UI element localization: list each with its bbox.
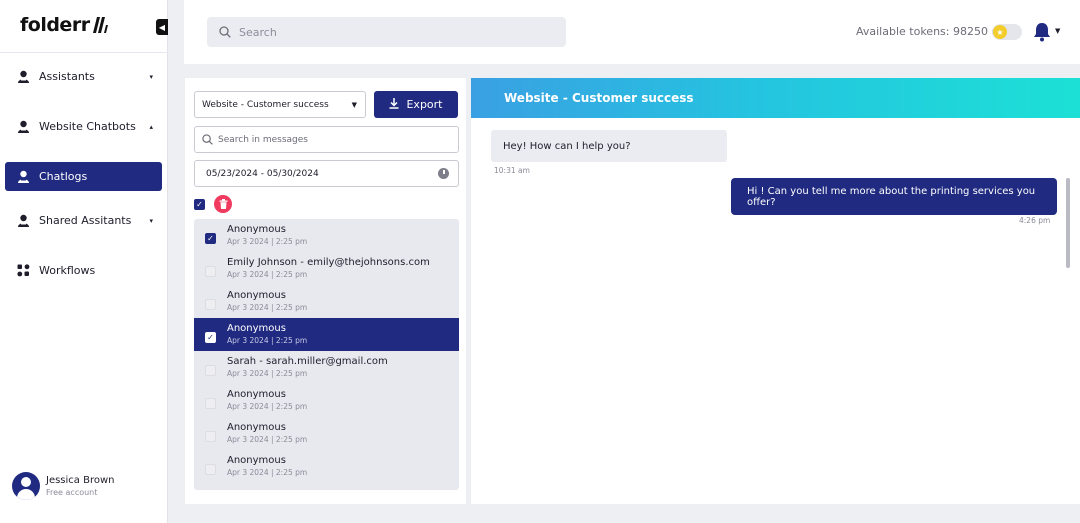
tokens-label: Available tokens: 98250 xyxy=(856,25,988,38)
user-plan: Free account xyxy=(46,488,98,497)
list-item[interactable]: Sarah - sarah.miller@gmail.com Apr 3 2024… xyxy=(194,351,459,384)
list-item[interactable]: Emily Johnson - emily@thejohnsons.com Apr… xyxy=(194,252,459,285)
tokens-indicator: Available tokens: 98250 ? xyxy=(856,25,1004,38)
export-label: Export xyxy=(406,98,443,111)
notification-bell-icon[interactable] xyxy=(1033,22,1051,46)
row-checkbox[interactable] xyxy=(205,398,216,409)
logo-mark-icon xyxy=(92,16,108,34)
user-name: Jessica Brown xyxy=(46,475,115,486)
message-time: 10:31 am xyxy=(494,166,530,175)
list-item[interactable]: Anonymous Apr 3 2024 | 2:25 pm xyxy=(194,450,459,483)
assistant-icon xyxy=(16,170,30,184)
conversation-time: Apr 3 2024 | 2:25 pm xyxy=(227,303,308,312)
token-toggle[interactable]: ★ xyxy=(992,24,1022,40)
clock-icon xyxy=(438,168,449,179)
sidebar-item-label: Chatlogs xyxy=(39,170,88,183)
logo-text: folderr xyxy=(20,14,90,36)
row-checkbox[interactable] xyxy=(205,431,216,442)
top-header: Search Available tokens: 98250 ? ★ ▼ xyxy=(184,0,1080,64)
list-item[interactable]: Anonymous Apr 3 2024 | 2:25 pm xyxy=(194,384,459,417)
chatlog-list-panel: Website - Customer success ▼ Export Sear… xyxy=(185,78,466,504)
message-time: 4:26 pm xyxy=(1019,216,1051,225)
row-checkbox[interactable] xyxy=(205,266,216,277)
message-search-placeholder: Search in messages xyxy=(218,134,308,145)
search-placeholder: Search xyxy=(239,25,277,39)
conversation-time: Apr 3 2024 | 2:25 pm xyxy=(227,237,308,246)
conversation-time: Apr 3 2024 | 2:25 pm xyxy=(227,468,308,477)
scrollbar[interactable] xyxy=(1066,178,1070,268)
sidebar-item-label: Website Chatbots xyxy=(39,120,136,133)
assistant-icon xyxy=(16,214,30,228)
conversation-name: Anonymous xyxy=(227,290,286,301)
collapse-sidebar-button[interactable]: ◀ xyxy=(156,19,168,35)
conversation-name: Anonymous xyxy=(227,323,286,334)
message-search-input[interactable]: Search in messages xyxy=(194,126,459,153)
sidebar-item-label: Shared Assitants xyxy=(39,214,132,227)
chevron-down-icon[interactable]: ▼ xyxy=(1055,27,1060,35)
sidebar-item-assistants[interactable]: Assistants ▾ xyxy=(5,62,162,91)
search-icon xyxy=(219,23,231,42)
sidebar-item-label: Workflows xyxy=(39,264,96,277)
date-range-value: 05/23/2024 - 05/30/2024 xyxy=(206,168,319,179)
trash-icon[interactable] xyxy=(214,195,232,213)
row-checkbox[interactable]: ✓ xyxy=(205,233,216,244)
select-all-checkbox[interactable]: ✓ xyxy=(194,199,205,210)
conversation-panel: Website - Customer success Hey! How can … xyxy=(471,78,1080,504)
conversation-name: Emily Johnson - emily@thejohnsons.com xyxy=(227,257,430,268)
sidebar: folderr ◀ Assistants ▾ Website Chatbots … xyxy=(0,0,168,523)
chevron-down-icon: ▾ xyxy=(149,72,153,81)
row-checkbox[interactable] xyxy=(205,299,216,310)
chevron-down-icon: ▼ xyxy=(351,100,357,109)
conversation-time: Apr 3 2024 | 2:25 pm xyxy=(227,402,308,411)
list-item[interactable]: Anonymous Apr 3 2024 | 2:25 pm xyxy=(194,417,459,450)
conversation-time: Apr 3 2024 | 2:25 pm xyxy=(227,435,308,444)
row-checkbox[interactable] xyxy=(205,365,216,376)
sidebar-divider xyxy=(0,52,168,53)
workflow-icon xyxy=(16,264,30,278)
date-range-picker[interactable]: 05/23/2024 - 05/30/2024 xyxy=(194,160,459,187)
assistant-icon xyxy=(16,120,30,134)
coin-icon: ★ xyxy=(993,25,1007,39)
list-item-selected[interactable]: ✓ Anonymous Apr 3 2024 | 2:25 pm xyxy=(194,318,459,351)
global-search-input[interactable]: Search xyxy=(207,17,566,47)
folderr-logo[interactable]: folderr xyxy=(20,14,108,36)
list-item[interactable]: Anonymous Apr 3 2024 | 2:25 pm xyxy=(194,285,459,318)
conversation-name: Anonymous xyxy=(227,389,286,400)
user-profile[interactable]: Jessica Brown Free account xyxy=(12,472,115,500)
chatbot-select[interactable]: Website - Customer success ▼ xyxy=(194,91,366,118)
conversation-title: Website - Customer success xyxy=(471,78,1080,118)
export-button[interactable]: Export xyxy=(374,91,458,118)
assistant-icon xyxy=(16,70,30,84)
chevron-down-icon: ▾ xyxy=(149,216,153,225)
conversation-time: Apr 3 2024 | 2:25 pm xyxy=(227,336,308,345)
conversation-name: Anonymous xyxy=(227,455,286,466)
chatbot-select-value: Website - Customer success xyxy=(202,99,329,110)
list-item[interactable]: ✓ Anonymous Apr 3 2024 | 2:25 pm xyxy=(194,219,459,252)
conversation-time: Apr 3 2024 | 2:25 pm xyxy=(227,369,308,378)
avatar xyxy=(12,472,40,500)
download-icon xyxy=(389,97,399,112)
conversation-name: Anonymous xyxy=(227,224,286,235)
conversation-name: Anonymous xyxy=(227,422,286,433)
conversation-time: Apr 3 2024 | 2:25 pm xyxy=(227,270,308,279)
search-icon xyxy=(202,130,213,149)
user-message-bubble: Hi ! Can you tell me more about the prin… xyxy=(731,178,1057,215)
conversation-name: Sarah - sarah.miller@gmail.com xyxy=(227,356,388,367)
sidebar-item-shared-assistants[interactable]: Shared Assitants ▾ xyxy=(5,206,162,235)
row-checkbox[interactable] xyxy=(205,464,216,475)
conversation-list: ✓ Anonymous Apr 3 2024 | 2:25 pm Emily Jo… xyxy=(194,219,459,490)
sidebar-item-workflows[interactable]: Workflows xyxy=(5,256,162,285)
chevron-up-icon: ▴ xyxy=(149,122,153,131)
sidebar-item-chatlogs[interactable]: Chatlogs xyxy=(5,162,162,191)
sidebar-item-label: Assistants xyxy=(39,70,95,83)
bot-message-bubble: Hey! How can I help you? xyxy=(491,130,727,162)
row-checkbox[interactable]: ✓ xyxy=(205,332,216,343)
sidebar-item-website-chatbots[interactable]: Website Chatbots ▴ xyxy=(5,112,162,141)
